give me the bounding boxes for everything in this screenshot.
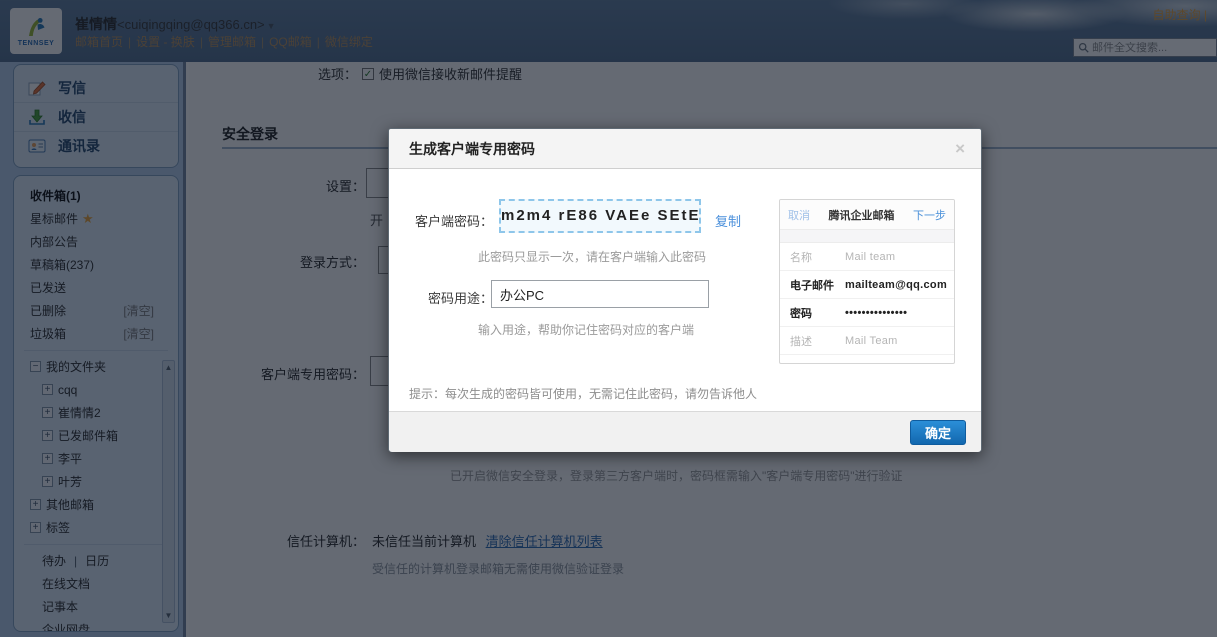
preview-spacer	[780, 230, 954, 243]
password-shown-once-note: 此密码只显示一次，请在客户端输入此密码	[478, 248, 706, 265]
mail-client-preview-card: 取消 腾讯企业邮箱 下一步 名称 Mail team 电子邮件 mailteam…	[779, 199, 955, 364]
preview-row-email: 电子邮件 mailteam@qq.com	[780, 271, 954, 299]
preview-card-header: 取消 腾讯企业邮箱 下一步	[780, 200, 954, 230]
password-purpose-label: 密码用途：	[405, 288, 493, 307]
dialog-titlebar: 生成客户端专用密码	[389, 129, 981, 169]
close-icon[interactable]: ×	[955, 140, 965, 157]
dialog-title: 生成客户端专用密码	[409, 139, 535, 159]
dialog-footer: 确定	[389, 411, 981, 452]
copy-password-link[interactable]: 复制	[715, 211, 741, 230]
password-purpose-input[interactable]	[491, 280, 709, 308]
generated-password-box: m2m4 rE86 VAEe SEtE	[499, 199, 701, 233]
preview-title: 腾讯企业邮箱	[829, 207, 895, 223]
preview-row-description: 描述 Mail Team	[780, 327, 954, 355]
confirm-button[interactable]: 确定	[910, 420, 966, 445]
preview-row-password: 密码 •••••••••••••••	[780, 299, 954, 327]
preview-row-name: 名称 Mail team	[780, 243, 954, 271]
app-window: TENNSEY 崔情情<cuiqingqing@qq366.cn>▼ 邮箱首页|…	[0, 0, 1217, 637]
purpose-helper-note: 输入用途，帮助你记住密码对应的客户端	[478, 321, 694, 338]
preview-next-button: 下一步	[913, 207, 946, 223]
dialog-tip-text: 提示：每次生成的密码皆可使用，无需记住此密码，请勿告诉他人	[409, 385, 757, 402]
client-password-field-label: 客户端密码：	[405, 211, 493, 230]
generate-client-password-dialog: 生成客户端专用密码 × 客户端密码： m2m4 rE86 VAEe SEtE 复…	[388, 128, 982, 452]
preview-cancel-button: 取消	[788, 207, 810, 223]
